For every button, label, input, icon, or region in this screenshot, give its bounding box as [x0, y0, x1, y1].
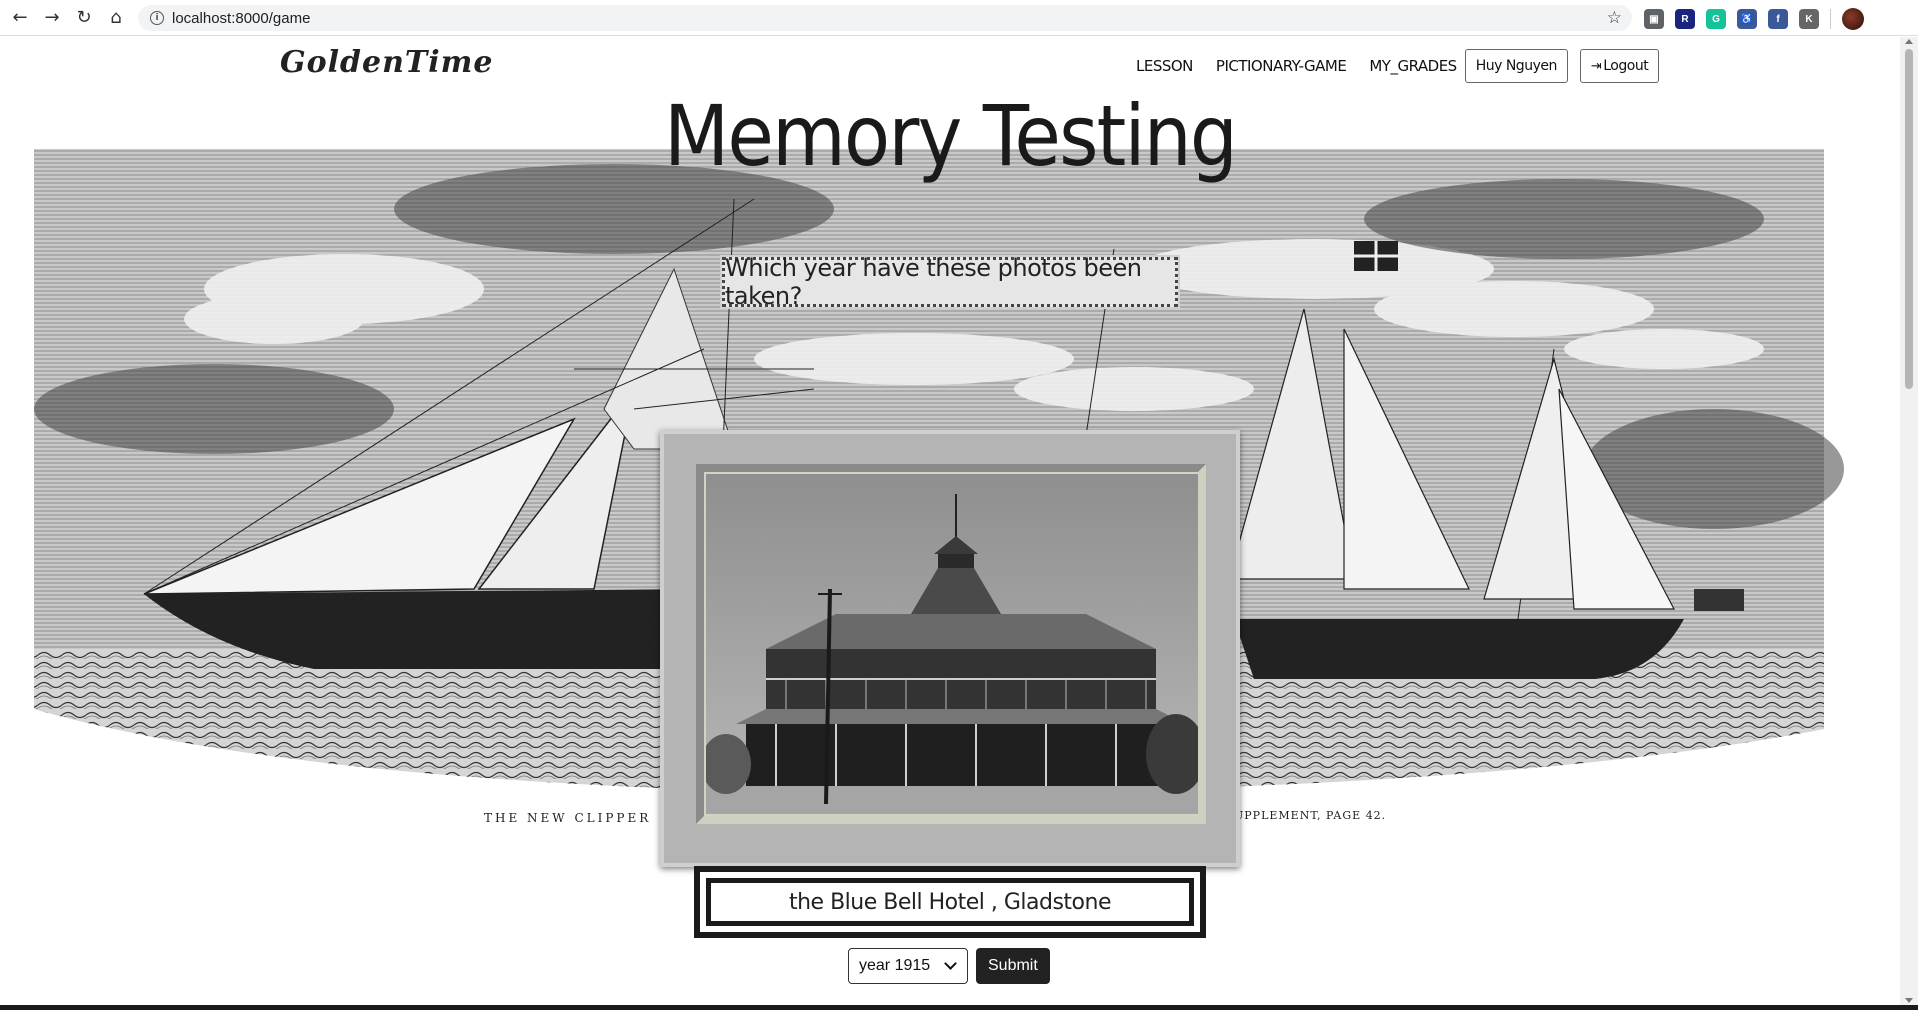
toolbar-divider — [1830, 9, 1831, 29]
logout-label: Logout — [1603, 58, 1649, 74]
home-icon[interactable]: ⌂ — [100, 0, 132, 36]
r-extension-icon[interactable]: R — [1675, 9, 1695, 29]
nav-pictionary-link[interactable]: PICTIONARY-GAME — [1216, 57, 1347, 75]
cube-extension-icon[interactable]: ▣ — [1644, 9, 1664, 29]
photo-caption: the Blue Bell Hotel , Gladstone — [706, 878, 1194, 926]
facebook-icon[interactable]: f — [1768, 9, 1788, 29]
k-extension-icon[interactable]: K — [1799, 9, 1819, 29]
brand-logo[interactable]: GoldenTime — [280, 45, 493, 80]
url-text[interactable]: localhost:8000/game — [172, 10, 310, 27]
forward-arrow-icon[interactable]: → — [36, 0, 68, 36]
logout-icon: ⇥ — [1590, 58, 1602, 74]
main-nav: LESSON PICTIONARY-GAME MY_GRADES Huy Ngu… — [1136, 49, 1671, 83]
bottom-edge — [0, 1005, 1918, 1010]
question-banner: Which year have these photos been taken? — [722, 254, 1178, 310]
user-profile-button[interactable]: Huy Nguyen — [1464, 49, 1568, 83]
site-info-icon[interactable]: i — [150, 11, 164, 25]
extension-tray: ▣ R G ♿ f K — [1644, 8, 1864, 30]
address-bar[interactable]: i localhost:8000/game ☆ — [138, 5, 1632, 31]
chevron-down-icon — [944, 957, 957, 970]
page-content: THE NEW CLIPPER UPPLEMENT, PAGE 42. Gold… — [0, 37, 1900, 1005]
submit-button[interactable]: Submit — [976, 948, 1050, 984]
scrollbar-thumb[interactable] — [1905, 49, 1913, 389]
scroll-up-icon[interactable] — [1905, 39, 1913, 44]
scroll-down-icon[interactable] — [1905, 998, 1913, 1003]
accessibility-icon[interactable]: ♿ — [1737, 9, 1757, 29]
historic-hotel-photo — [706, 474, 1198, 814]
reload-icon[interactable]: ↻ — [68, 0, 100, 36]
browser-toolbar: ← → ↻ ⌂ i localhost:8000/game ☆ ▣ R G ♿ … — [0, 0, 1918, 36]
answer-form: year 1915 Submit — [848, 948, 1050, 984]
year-select[interactable]: year 1915 — [848, 948, 968, 984]
nav-grades-link[interactable]: MY_GRADES — [1369, 57, 1457, 75]
page-title: Memory Testing — [663, 87, 1238, 185]
nav-lesson-link[interactable]: LESSON — [1136, 57, 1193, 75]
engraving-caption-left: THE NEW CLIPPER — [484, 811, 651, 825]
profile-avatar[interactable] — [1842, 8, 1864, 30]
photo-mat — [696, 464, 1206, 824]
year-select-value: year 1915 — [859, 957, 931, 974]
engraving-caption-right: UPPLEMENT, PAGE 42. — [1234, 809, 1386, 822]
photo-frame — [660, 430, 1240, 867]
grammarly-icon[interactable]: G — [1706, 9, 1726, 29]
back-arrow-icon[interactable]: ← — [4, 0, 36, 36]
page-scrollbar[interactable] — [1900, 37, 1918, 1005]
logout-button[interactable]: ⇥ Logout — [1579, 49, 1660, 83]
bookmark-star-icon[interactable]: ☆ — [1607, 8, 1622, 28]
photo-caption-box: the Blue Bell Hotel , Gladstone — [694, 866, 1206, 938]
